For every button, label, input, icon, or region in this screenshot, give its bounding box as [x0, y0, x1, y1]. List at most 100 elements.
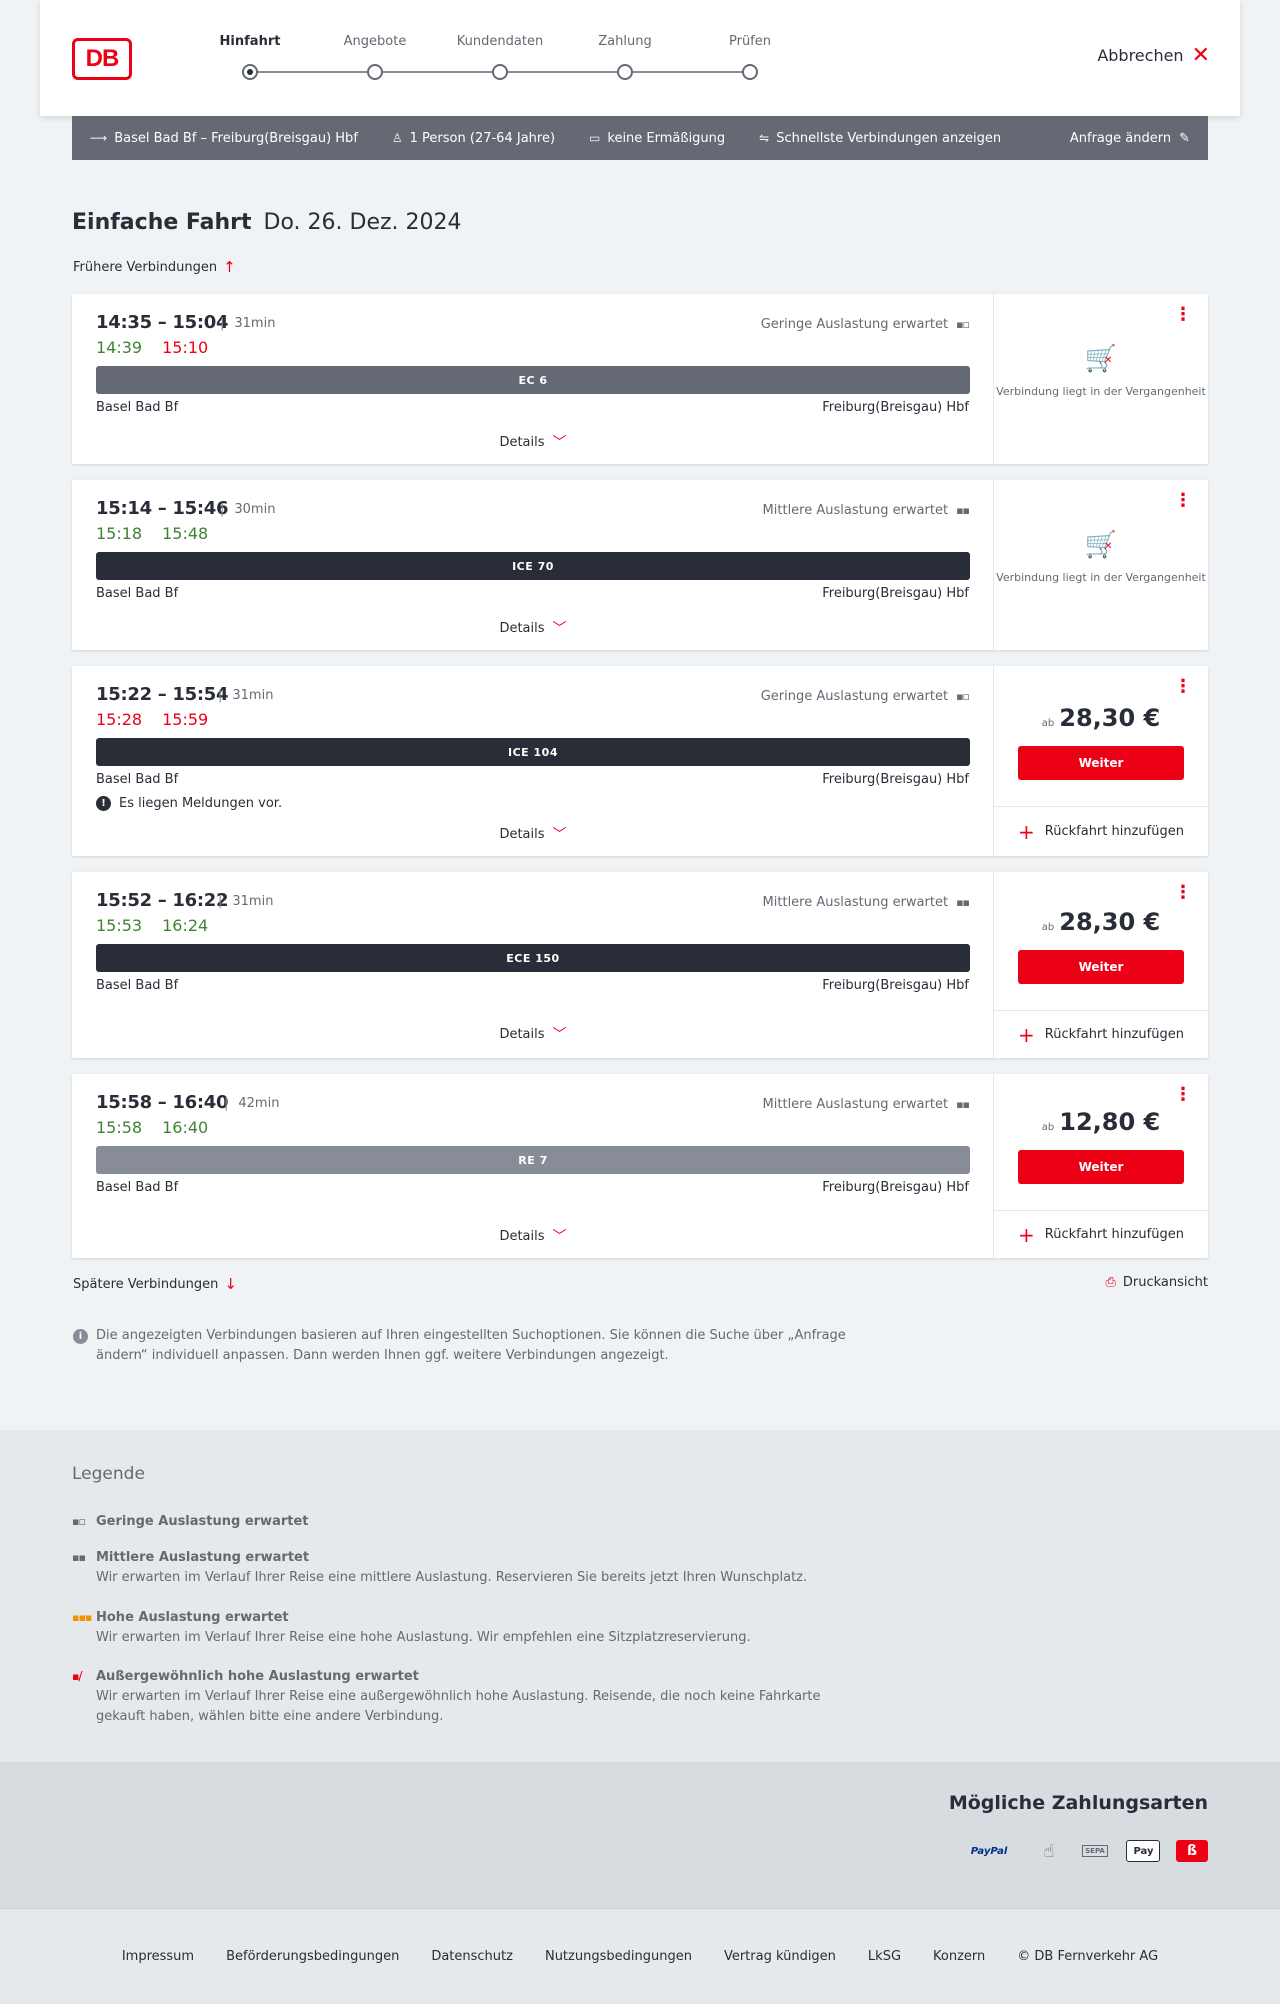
cart-unavailable-icon: 🛒 ✕: [1084, 344, 1118, 374]
chevron-down-icon: ﹀: [552, 621, 567, 637]
connection-time: 15:58 – 16:40: [96, 1092, 229, 1113]
print-view-link[interactable]: ⎙ Druckansicht: [1105, 1275, 1208, 1290]
more-options-icon[interactable]: ⋮: [1174, 1086, 1192, 1104]
continue-button[interactable]: Weiter: [1018, 1150, 1184, 1184]
footer-link-lksg[interactable]: LkSG: [868, 1949, 901, 1964]
legend-item-exceptional: ▪⧸ Außergewöhnlich hohe Auslastung erwart…: [72, 1667, 872, 1727]
occupancy-text: Mittlere Auslastung erwartet: [762, 895, 949, 910]
discount-summary[interactable]: ▭ keine Ermäßigung: [589, 131, 725, 146]
details-label: Details: [499, 1228, 545, 1244]
person-icon: ♙: [391, 131, 403, 145]
details-label: Details: [499, 826, 545, 842]
later-label: Spätere Verbindungen: [73, 1276, 219, 1292]
connection-duration: 31min: [220, 316, 275, 331]
occupancy-text: Mittlere Auslastung erwartet: [762, 1097, 949, 1112]
option-text: Schnellste Verbindungen anzeigen: [776, 130, 1002, 146]
connection-duration: 42min: [224, 1096, 279, 1111]
add-return-button[interactable]: + Rückfahrt hinzufügen: [994, 1210, 1208, 1258]
route-text: Basel Bad Bf – Freiburg(Breisgau) Hbf: [114, 130, 358, 146]
connection-time: 14:35 – 15:04: [96, 312, 229, 333]
realtime-arrival: 15:48: [162, 524, 209, 543]
db-logo[interactable]: DB: [72, 38, 132, 80]
details-toggle[interactable]: Details ﹀: [72, 618, 994, 638]
plus-icon: +: [1018, 819, 1035, 844]
cart-unavailable-icon: 🛒 ✕: [1084, 530, 1118, 560]
earlier-connections-link[interactable]: Frühere Verbindungen ↑: [73, 258, 236, 276]
footer-link-datenschutz[interactable]: Datenschutz: [431, 1949, 513, 1964]
add-return-button[interactable]: + Rückfahrt hinzufügen: [994, 806, 1208, 856]
legend-title: Legende: [72, 1464, 145, 1484]
past-connection-note: 🛒 ✕ Verbindung liegt in der Vergangenheit: [994, 344, 1208, 400]
cancel-button[interactable]: Abbrechen ✕: [1097, 44, 1210, 66]
occupancy-text: Mittlere Auslastung erwartet: [762, 503, 949, 518]
footer-link-impressum[interactable]: Impressum: [122, 1949, 194, 1964]
paypal-icon: PayPal: [970, 1845, 1008, 1857]
add-return-button[interactable]: + Rückfahrt hinzufügen: [994, 1010, 1208, 1058]
continue-button[interactable]: Weiter: [1018, 746, 1184, 780]
price-value: 28,30 €: [1059, 908, 1161, 936]
train-bar[interactable]: RE 7: [96, 1146, 970, 1174]
realtime: 14:39 15:10: [96, 338, 208, 357]
realtime-arrival: 16:24: [162, 916, 209, 935]
step-label-angebote: Angebote: [343, 34, 407, 49]
realtime-departure: 15:28: [96, 710, 143, 729]
realtime: 15:58 16:40: [96, 1118, 208, 1137]
footer-link-nutzungsbedingungen[interactable]: Nutzungsbedingungen: [545, 1949, 692, 1964]
more-options-icon[interactable]: ⋮: [1174, 678, 1192, 696]
connection-duration: 30min: [220, 502, 275, 517]
past-connection-text: Verbindung liegt in der Vergangenheit: [996, 571, 1206, 584]
more-options-icon[interactable]: ⋮: [1174, 306, 1192, 324]
occupancy-medium-icon: ▪▪: [72, 1551, 86, 1564]
route-arrow-icon: ⟶: [90, 131, 108, 145]
progress-steps: Hinfahrt Angebote Kundendaten Zahlung Pr…: [200, 34, 820, 84]
details-toggle[interactable]: Details ﹀: [72, 824, 994, 844]
legend-item-text: Wir erwarten im Verlauf Ihrer Reise eine…: [96, 1689, 821, 1724]
route-summary[interactable]: ⟶ Basel Bad Bf – Freiburg(Breisgau) Hbf: [90, 131, 358, 146]
train-bar[interactable]: EC 6: [96, 366, 970, 394]
option-summary[interactable]: ⇋ Schnellste Verbindungen anzeigen: [759, 131, 1001, 146]
destination-station: Freiburg(Breisgau) Hbf: [822, 978, 969, 993]
page-title: Einfache Fahrt Do. 26. Dez. 2024: [72, 210, 462, 235]
realtime: 15:53 16:24: [96, 916, 208, 935]
connection-card-3: 15:22 – 15:54 31min 15:28 15:59 Geringe …: [72, 666, 1208, 856]
more-options-icon[interactable]: ⋮: [1174, 492, 1192, 510]
price-value: 28,30 €: [1059, 704, 1161, 732]
occupancy-text: Geringe Auslastung erwartet: [760, 317, 949, 332]
later-connections-link[interactable]: Spätere Verbindungen ↓: [73, 1275, 237, 1293]
sepa-label: SEPA: [1082, 1845, 1108, 1857]
connection-time: 15:52 – 16:22: [96, 890, 229, 911]
disruption-message[interactable]: ! Es liegen Meldungen vor.: [96, 796, 282, 811]
connection-duration: 31min: [218, 688, 273, 703]
train-bar[interactable]: ICE 70: [96, 552, 970, 580]
footer-link-konzern[interactable]: Konzern: [933, 1949, 985, 1964]
price-value: 12,80 €: [1059, 1108, 1161, 1136]
occupancy: Mittlere Auslastung erwartet ▪▪: [762, 895, 970, 910]
legend-item-high: ▪▪▪ Hohe Auslastung erwartet Wir erwarten…: [72, 1608, 872, 1648]
realtime-arrival: 16:40: [162, 1118, 209, 1137]
origin-station: Basel Bad Bf: [96, 978, 179, 993]
header: DB Hinfahrt Angebote Kundendaten Zahlung…: [40, 0, 1240, 116]
passenger-summary[interactable]: ♙ 1 Person (27-64 Jahre): [392, 131, 555, 146]
apple-pay-icon: Pay: [1126, 1840, 1160, 1862]
realtime-departure: 14:39: [96, 338, 143, 357]
continue-button[interactable]: Weiter: [1018, 950, 1184, 984]
details-toggle[interactable]: Details ﹀: [72, 432, 994, 452]
details-toggle[interactable]: Details ﹀: [72, 1024, 994, 1044]
search-info-note: i Die angezeigten Verbindungen basieren …: [73, 1326, 873, 1366]
details-label: Details: [499, 434, 545, 450]
connection-card-2: 15:14 – 15:46 30min 15:18 15:48 Mittlere…: [72, 480, 1208, 650]
origin-station: Basel Bad Bf: [96, 586, 179, 601]
details-toggle[interactable]: Details ﹀: [72, 1226, 994, 1246]
card-icon: ▭: [589, 131, 601, 145]
destination-station: Freiburg(Breisgau) Hbf: [822, 400, 969, 415]
more-options-icon[interactable]: ⋮: [1174, 884, 1192, 902]
edit-request-button[interactable]: Anfrage ändern ✎: [1070, 131, 1190, 146]
step-dot-zahlung: [617, 64, 633, 80]
footer-link-befoerderungsbedingungen[interactable]: Beförderungsbedingungen: [226, 1949, 399, 1964]
train-bar[interactable]: ICE 104: [96, 738, 970, 766]
destination-station: Freiburg(Breisgau) Hbf: [822, 586, 969, 601]
footer-link-vertrag-kuendigen[interactable]: Vertrag kündigen: [724, 1949, 836, 1964]
train-bar[interactable]: ECE 150: [96, 944, 970, 972]
payment-title: Mögliche Zahlungsarten: [948, 1792, 1208, 1814]
print-label: Druckansicht: [1122, 1275, 1208, 1290]
